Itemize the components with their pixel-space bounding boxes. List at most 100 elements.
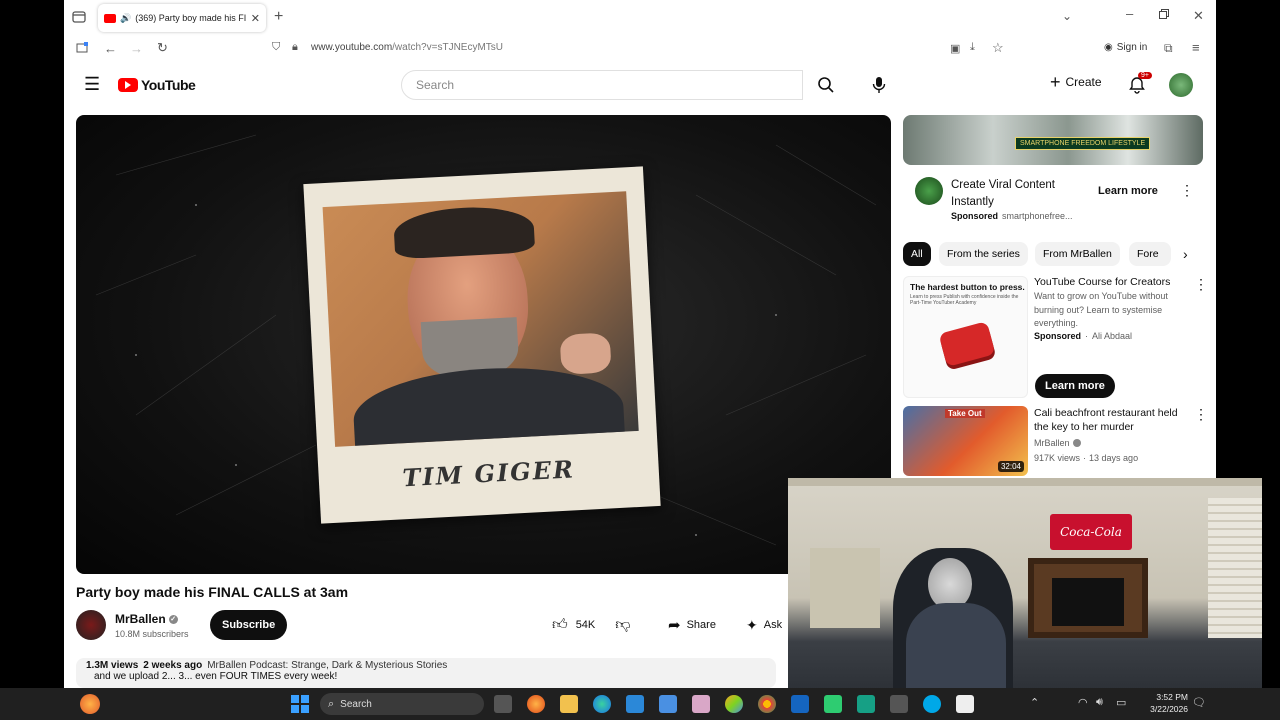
browser-tab[interactable]: 🔊 (369) Party boy made his FI ✕ bbox=[98, 4, 266, 32]
podcast-link[interactable]: MrBallen Podcast: Strange, Dark & Myster… bbox=[207, 660, 447, 671]
recommended-video-title[interactable]: Cali beachfront restaurant held the key … bbox=[1034, 406, 1194, 434]
extensions-icon[interactable]: ⧉ bbox=[1164, 41, 1173, 56]
video-player[interactable]: TIM GIGER bbox=[76, 115, 891, 574]
ad-more-options-icon[interactable]: ⋮ bbox=[1180, 182, 1194, 199]
app-icon-dark-blue[interactable] bbox=[791, 695, 809, 713]
store-icon[interactable] bbox=[626, 695, 644, 713]
subscribe-button[interactable]: Subscribe bbox=[210, 610, 288, 640]
chip-all[interactable]: All bbox=[903, 242, 931, 266]
firefox-icon[interactable] bbox=[527, 695, 545, 713]
ad-banner-image[interactable]: SMARTPHONE FREEDOM LIFESTYLE bbox=[903, 115, 1203, 165]
chrome-icon[interactable] bbox=[758, 695, 776, 713]
app-icon-green[interactable] bbox=[824, 695, 842, 713]
restore-icon[interactable] bbox=[1159, 9, 1169, 19]
notification-center-icon[interactable]: 🗨︎ bbox=[1192, 696, 1206, 709]
lock-icon[interactable]: 🔒︎ bbox=[292, 41, 298, 54]
description-box[interactable]: 1.3M views 2 weeks ago MrBallen Podcast:… bbox=[76, 658, 776, 688]
ad-channel-avatar[interactable] bbox=[915, 177, 943, 205]
chips-next-chevron-icon[interactable]: › bbox=[1183, 246, 1188, 262]
recommended-thumbnail[interactable]: Take Out 32:04 bbox=[903, 406, 1028, 476]
bookmark-star-icon[interactable]: ☆ bbox=[992, 40, 1004, 56]
nav-bar: ← → ↻ ⛉ 🔒︎ www.youtube.com/watch?v=sTJNE… bbox=[64, 36, 1216, 62]
verified-icon: ✓ bbox=[168, 614, 178, 624]
task-view-icon[interactable] bbox=[494, 695, 512, 713]
app-icon-blue[interactable] bbox=[659, 695, 677, 713]
window-blinds bbox=[1208, 498, 1262, 638]
plus-icon: + bbox=[1050, 72, 1061, 92]
close-window-icon[interactable]: ✕ bbox=[1193, 8, 1204, 24]
search-button[interactable] bbox=[803, 70, 853, 100]
sidebar-toggle-icon[interactable] bbox=[76, 42, 88, 54]
sign-in-button[interactable]: ◉ Sign in bbox=[1104, 42, 1147, 53]
back-icon[interactable]: ← bbox=[104, 41, 117, 56]
app-icon-cyan[interactable] bbox=[923, 695, 941, 713]
app-icon-white[interactable] bbox=[956, 695, 974, 713]
new-tab-icon[interactable]: + bbox=[274, 8, 283, 26]
youtube-logo[interactable]: YouTube bbox=[118, 77, 196, 93]
youtube-favicon-icon bbox=[104, 13, 116, 23]
channel-name-link[interactable]: MrBallen ✓ bbox=[115, 612, 178, 626]
create-button[interactable]: + Create bbox=[1050, 72, 1102, 92]
sponsored-thumbnail[interactable]: The hardest button to press. Learn to pr… bbox=[903, 276, 1028, 398]
search-input[interactable]: Search bbox=[401, 70, 803, 100]
filter-chips: All From the series From MrBallen Fore › bbox=[903, 242, 1203, 268]
reload-icon[interactable]: ↻ bbox=[157, 40, 168, 56]
subscriber-count: 10.8M subscribers bbox=[115, 629, 189, 639]
taskbar-search[interactable]: ⌕ Search bbox=[320, 693, 484, 715]
app-icon-pink[interactable] bbox=[692, 695, 710, 713]
forward-icon[interactable]: → bbox=[130, 41, 143, 56]
ad-learn-more-button[interactable]: Learn more bbox=[1086, 176, 1170, 206]
tray-overflow-icon[interactable]: ⌃ bbox=[1030, 696, 1039, 709]
tabs-overflow-chevron-icon[interactable]: ⌄ bbox=[1062, 9, 1072, 23]
app-icon-teal[interactable] bbox=[857, 695, 875, 713]
share-button[interactable]: ➦ Share bbox=[658, 610, 726, 640]
channel-avatar[interactable] bbox=[76, 610, 106, 640]
battery-icon[interactable]: ▭ bbox=[1116, 696, 1126, 709]
notifications-button[interactable]: 9+ bbox=[1128, 72, 1152, 99]
tab-list-icon[interactable] bbox=[72, 10, 86, 24]
wifi-icon[interactable]: ◠ bbox=[1078, 696, 1088, 709]
ad-title[interactable]: Create Viral Content Instantly bbox=[951, 177, 1081, 211]
weather-widget-icon[interactable] bbox=[80, 694, 100, 714]
create-label: Create bbox=[1065, 75, 1102, 89]
start-button[interactable] bbox=[291, 695, 309, 713]
publish-button-graphic bbox=[938, 321, 996, 367]
audio-playing-icon[interactable]: 🔊 bbox=[120, 13, 131, 24]
chip-fore[interactable]: Fore bbox=[1129, 242, 1171, 266]
thumbnail-overlay-text: Take Out bbox=[945, 409, 985, 418]
picture-in-picture-icon[interactable]: ▣ bbox=[950, 42, 960, 55]
tab-title: (369) Party boy made his FI bbox=[135, 13, 247, 23]
thumbs-up-icon: 👍︎ bbox=[552, 616, 568, 633]
voice-search-button[interactable] bbox=[866, 72, 892, 98]
menu-icon[interactable]: ≡ bbox=[1192, 40, 1200, 55]
file-explorer-icon[interactable] bbox=[560, 695, 578, 713]
avatar[interactable] bbox=[1169, 73, 1193, 97]
app-icon-gray[interactable] bbox=[890, 695, 908, 713]
recommended-more-options-icon[interactable]: ⋮ bbox=[1194, 406, 1208, 423]
shield-icon[interactable]: ⛉ bbox=[272, 41, 280, 54]
ad-domain: smartphonefree... bbox=[1002, 211, 1073, 221]
guide-menu-icon[interactable]: ☰ bbox=[84, 74, 100, 95]
app-icon-multicolor[interactable] bbox=[725, 695, 743, 713]
recommended-views: 917K views bbox=[1034, 453, 1081, 463]
verified-icon bbox=[1072, 439, 1081, 447]
url-path: /watch?v=sTJNEcyMTsU bbox=[392, 42, 504, 53]
ask-button[interactable]: ✦ Ask bbox=[736, 610, 793, 640]
like-button[interactable]: 👍︎ 54K bbox=[552, 616, 595, 634]
save-to-pocket-icon[interactable]: ⤓ bbox=[970, 41, 975, 54]
dislike-button[interactable]: 👎︎ bbox=[615, 616, 630, 634]
volume-icon[interactable]: 🔊︎ bbox=[1096, 696, 1103, 709]
chip-from-the-series[interactable]: From the series bbox=[939, 242, 1028, 266]
edge-icon[interactable] bbox=[593, 695, 611, 713]
clock[interactable]: 3:52 PM 3/22/2026 bbox=[1138, 691, 1188, 715]
ad-banner-text: SMARTPHONE FREEDOM LIFESTYLE bbox=[1015, 137, 1151, 150]
chip-from-mrballen[interactable]: From MrBallen bbox=[1035, 242, 1120, 266]
sponsored-video-title[interactable]: YouTube Course for Creators bbox=[1034, 275, 1184, 289]
sponsored-label-2: Sponsored bbox=[1034, 331, 1082, 341]
recommended-channel[interactable]: MrBallen bbox=[1034, 438, 1070, 448]
tab-close-icon[interactable]: ✕ bbox=[251, 12, 260, 25]
sponsored-learn-more-button[interactable]: Learn more bbox=[1035, 374, 1115, 398]
minimize-icon[interactable]: – bbox=[1126, 6, 1133, 21]
sponsored-more-options-icon[interactable]: ⋮ bbox=[1194, 276, 1208, 293]
address-bar[interactable]: www.youtube.com/watch?v=sTJNEcyMTsU bbox=[311, 42, 503, 53]
